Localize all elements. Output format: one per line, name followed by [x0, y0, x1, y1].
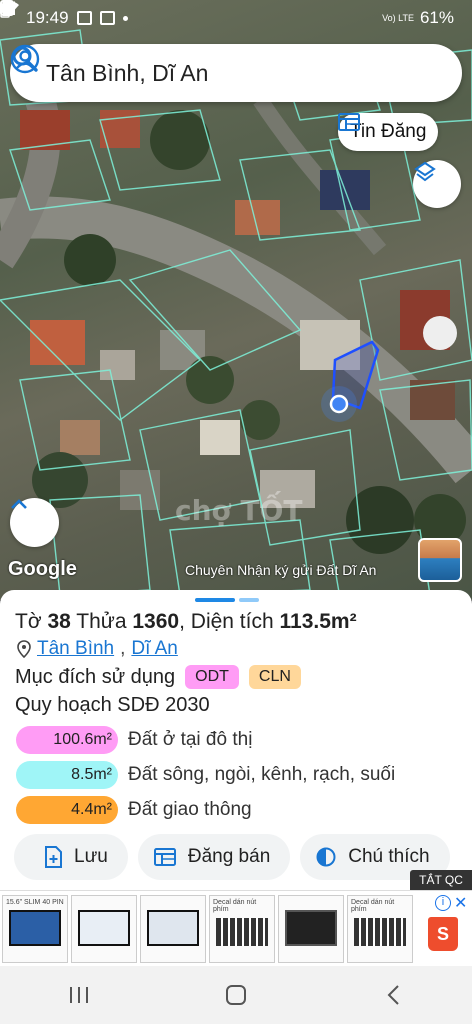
network-label: Vo) LTE: [382, 12, 414, 23]
parcel-info-panel: Tờ 38 Thửa 1360, Diện tích 113.5m² Tân B…: [0, 590, 472, 890]
agent-avatar[interactable]: [418, 538, 462, 582]
ad-thumb[interactable]: [278, 895, 344, 963]
action-buttons: Lưu Đăng bán Chú thích: [14, 834, 450, 880]
ad-thumb[interactable]: [71, 895, 137, 963]
battery-icon: [0, 1, 10, 18]
chevron-up-icon: [11, 499, 27, 509]
side-drawer-handle[interactable]: [423, 316, 457, 350]
search-bar[interactable]: Tân Bình, Dĩ An: [10, 44, 462, 102]
ad-info-icon[interactable]: i: [435, 895, 451, 911]
google-logo: Google: [8, 558, 77, 580]
area-description: Đất giao thông: [128, 799, 252, 820]
ad-thumb[interactable]: Decal dán nút phím: [209, 895, 275, 963]
area-description: Đất ở tại đô thị: [128, 729, 253, 750]
tin-dang-label: Tin Đăng: [350, 121, 427, 142]
back-chevron-icon: [387, 985, 400, 1005]
recents-icon: [69, 987, 88, 1003]
ad-banner[interactable]: 15.6" SLIM 40 PIN Decal dán nút phím Dec…: [0, 890, 472, 966]
home-button[interactable]: [216, 975, 256, 1015]
map-credit: Chuyên Nhận ký gửi Đất Dĩ An: [185, 562, 377, 578]
expand-up-button[interactable]: [10, 498, 59, 547]
area-amount: 4.4m²: [16, 796, 118, 824]
notification-dot-icon: [122, 15, 128, 21]
area-row-waterway: 8.5m² Đất sông, ngòi, kênh, rạch, suối: [16, 761, 395, 789]
tag-cln: CLN: [248, 665, 301, 689]
area-row-residential: 100.6m² Đất ở tại đô thị: [16, 726, 252, 754]
satellite-map[interactable]: chợ TỐT 19:49 Vo) LTE 61% Tân Bình, Dĩ A…: [0, 0, 472, 600]
ward-link[interactable]: Tân Bình: [37, 638, 114, 660]
save-label: Lưu: [74, 846, 108, 867]
area-row-traffic: 4.4m² Đất giao thông: [16, 796, 252, 824]
map-pin-icon: [17, 640, 31, 658]
search-input[interactable]: Tân Bình, Dĩ An: [46, 60, 448, 87]
tin-dang-button[interactable]: Tin Đăng: [338, 113, 439, 151]
panel-drag-handle[interactable]: [195, 598, 259, 602]
gallery-icon: [76, 11, 92, 25]
svg-text:chợ TỐT: chợ TỐT: [175, 489, 303, 527]
plot-number: 1360: [132, 610, 180, 633]
area-amount: 100.6m²: [16, 726, 118, 754]
area-amount: 8.5m²: [16, 761, 118, 789]
ad-close-icon[interactable]: ✕: [454, 893, 467, 913]
parcel-title: Tờ 38 Thửa 1360, Diện tích 113.5m²: [15, 610, 357, 633]
shopee-logo: S: [428, 917, 458, 951]
recent-apps-button[interactable]: [59, 975, 99, 1015]
listing-table-icon: [153, 848, 176, 866]
close-ads-button[interactable]: TẮT QC: [410, 870, 472, 890]
save-button[interactable]: Lưu: [14, 834, 128, 880]
youtube-icon: [99, 11, 115, 25]
layers-icon: [414, 161, 436, 182]
plan-title: Quy hoạch SDĐ 2030: [15, 694, 210, 716]
battery-percent: 61%: [419, 8, 454, 27]
listing-table-icon: [338, 113, 360, 131]
sheet-number: 38: [47, 610, 71, 633]
post-for-sale-label: Đăng bán: [187, 846, 271, 867]
search-icon[interactable]: [10, 44, 40, 74]
parcel-location: Tân Bình, Dĩ An: [17, 638, 178, 660]
parcel-area: 113.5m²: [279, 610, 357, 633]
ad-thumb[interactable]: [140, 895, 206, 963]
ad-thumb[interactable]: 15.6" SLIM 40 PIN: [2, 895, 68, 963]
status-bar: 19:49 Vo) LTE 61%: [0, 0, 472, 36]
home-icon: [225, 985, 246, 1005]
back-button[interactable]: [373, 975, 413, 1015]
area-description: Đất sông, ngòi, kênh, rạch, suối: [128, 764, 396, 785]
land-use-purpose: Mục đích sử dụng ODT CLN: [15, 665, 301, 689]
contrast-icon: [316, 847, 336, 867]
system-nav-bar: [0, 966, 472, 1024]
add-note-icon: [45, 846, 62, 868]
layers-button[interactable]: [413, 160, 461, 208]
purpose-label: Mục đích sử dụng: [15, 665, 176, 688]
ad-thumb[interactable]: Decal dán nút phím: [347, 895, 413, 963]
status-time: 19:49: [26, 8, 69, 27]
post-for-sale-button[interactable]: Đăng bán: [137, 834, 291, 880]
tag-odt: ODT: [185, 665, 239, 689]
legend-label: Chú thích: [348, 846, 430, 867]
district-link[interactable]: Dĩ An: [131, 638, 177, 660]
